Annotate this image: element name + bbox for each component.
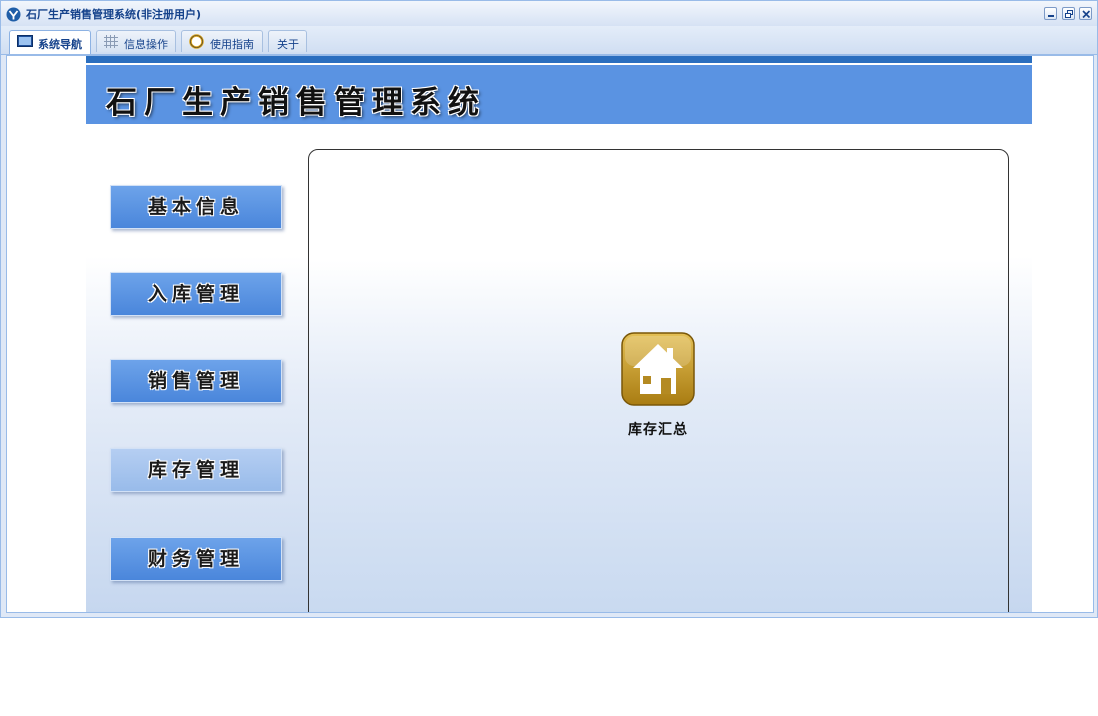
function-panel: 库存汇总 — [308, 149, 1009, 612]
tab-label: 系统导航 — [38, 38, 82, 51]
inventory-summary-item[interactable]: 库存汇总 — [606, 332, 710, 442]
inventory-summary-label: 库存汇总 — [628, 422, 688, 438]
close-icon — [1082, 10, 1091, 19]
window-title: 石厂生产销售管理系统(非注册用户) — [26, 8, 202, 21]
help-ring-icon — [189, 34, 204, 49]
tab-info-operation[interactable]: 信息操作 — [96, 30, 176, 52]
nav-button-label: 财务管理 — [147, 548, 244, 570]
grid-icon — [104, 35, 118, 48]
nav-button-label: 入库管理 — [147, 283, 244, 305]
tab-strip: 系统导航 信息操作 使用指南 关于 — [1, 26, 1097, 55]
tab-user-guide[interactable]: 使用指南 — [181, 30, 263, 52]
close-button[interactable] — [1079, 7, 1092, 20]
restore-icon — [1065, 10, 1073, 18]
header-banner: 石厂生产销售管理系统 — [86, 65, 1032, 124]
nav-finance-button[interactable]: 财务管理 — [110, 537, 282, 581]
restore-button[interactable] — [1062, 7, 1075, 20]
home-icon[interactable] — [621, 332, 695, 406]
nav-inventory-button[interactable]: 库存管理 — [110, 448, 282, 492]
minimize-icon — [1048, 15, 1054, 17]
tab-about[interactable]: 关于 — [268, 30, 307, 52]
nav-basic-info-button[interactable]: 基本信息 — [110, 185, 282, 229]
nav-button-label: 库存管理 — [147, 459, 244, 481]
monitor-icon — [17, 35, 33, 47]
tab-system-navigation[interactable]: 系统导航 — [9, 30, 91, 54]
nav-button-label: 基本信息 — [147, 196, 244, 218]
tab-label: 信息操作 — [124, 38, 168, 51]
nav-sales-button[interactable]: 销售管理 — [110, 359, 282, 403]
minimize-button[interactable] — [1044, 7, 1057, 20]
banner-title: 石厂生产销售管理系统 — [106, 85, 486, 121]
banner-stripe — [86, 56, 1032, 63]
tab-label: 使用指南 — [210, 38, 254, 51]
nav-inbound-button[interactable]: 入库管理 — [110, 272, 282, 316]
app-logo-icon — [6, 7, 21, 22]
content-frame: 石厂生产销售管理系统 基本信息 入库管理 销售管理 库存管理 财务管理 库存汇总 — [6, 55, 1094, 613]
nav-button-label: 销售管理 — [147, 370, 244, 392]
main-panel: 石厂生产销售管理系统 基本信息 入库管理 销售管理 库存管理 财务管理 库存汇总 — [86, 56, 1032, 612]
tab-label: 关于 — [277, 38, 299, 51]
app-window: 石厂生产销售管理系统(非注册用户) 系统导航 信息操作 使用指南 关于 石厂生产… — [0, 0, 1098, 618]
title-bar[interactable]: 石厂生产销售管理系统(非注册用户) — [1, 1, 1097, 26]
